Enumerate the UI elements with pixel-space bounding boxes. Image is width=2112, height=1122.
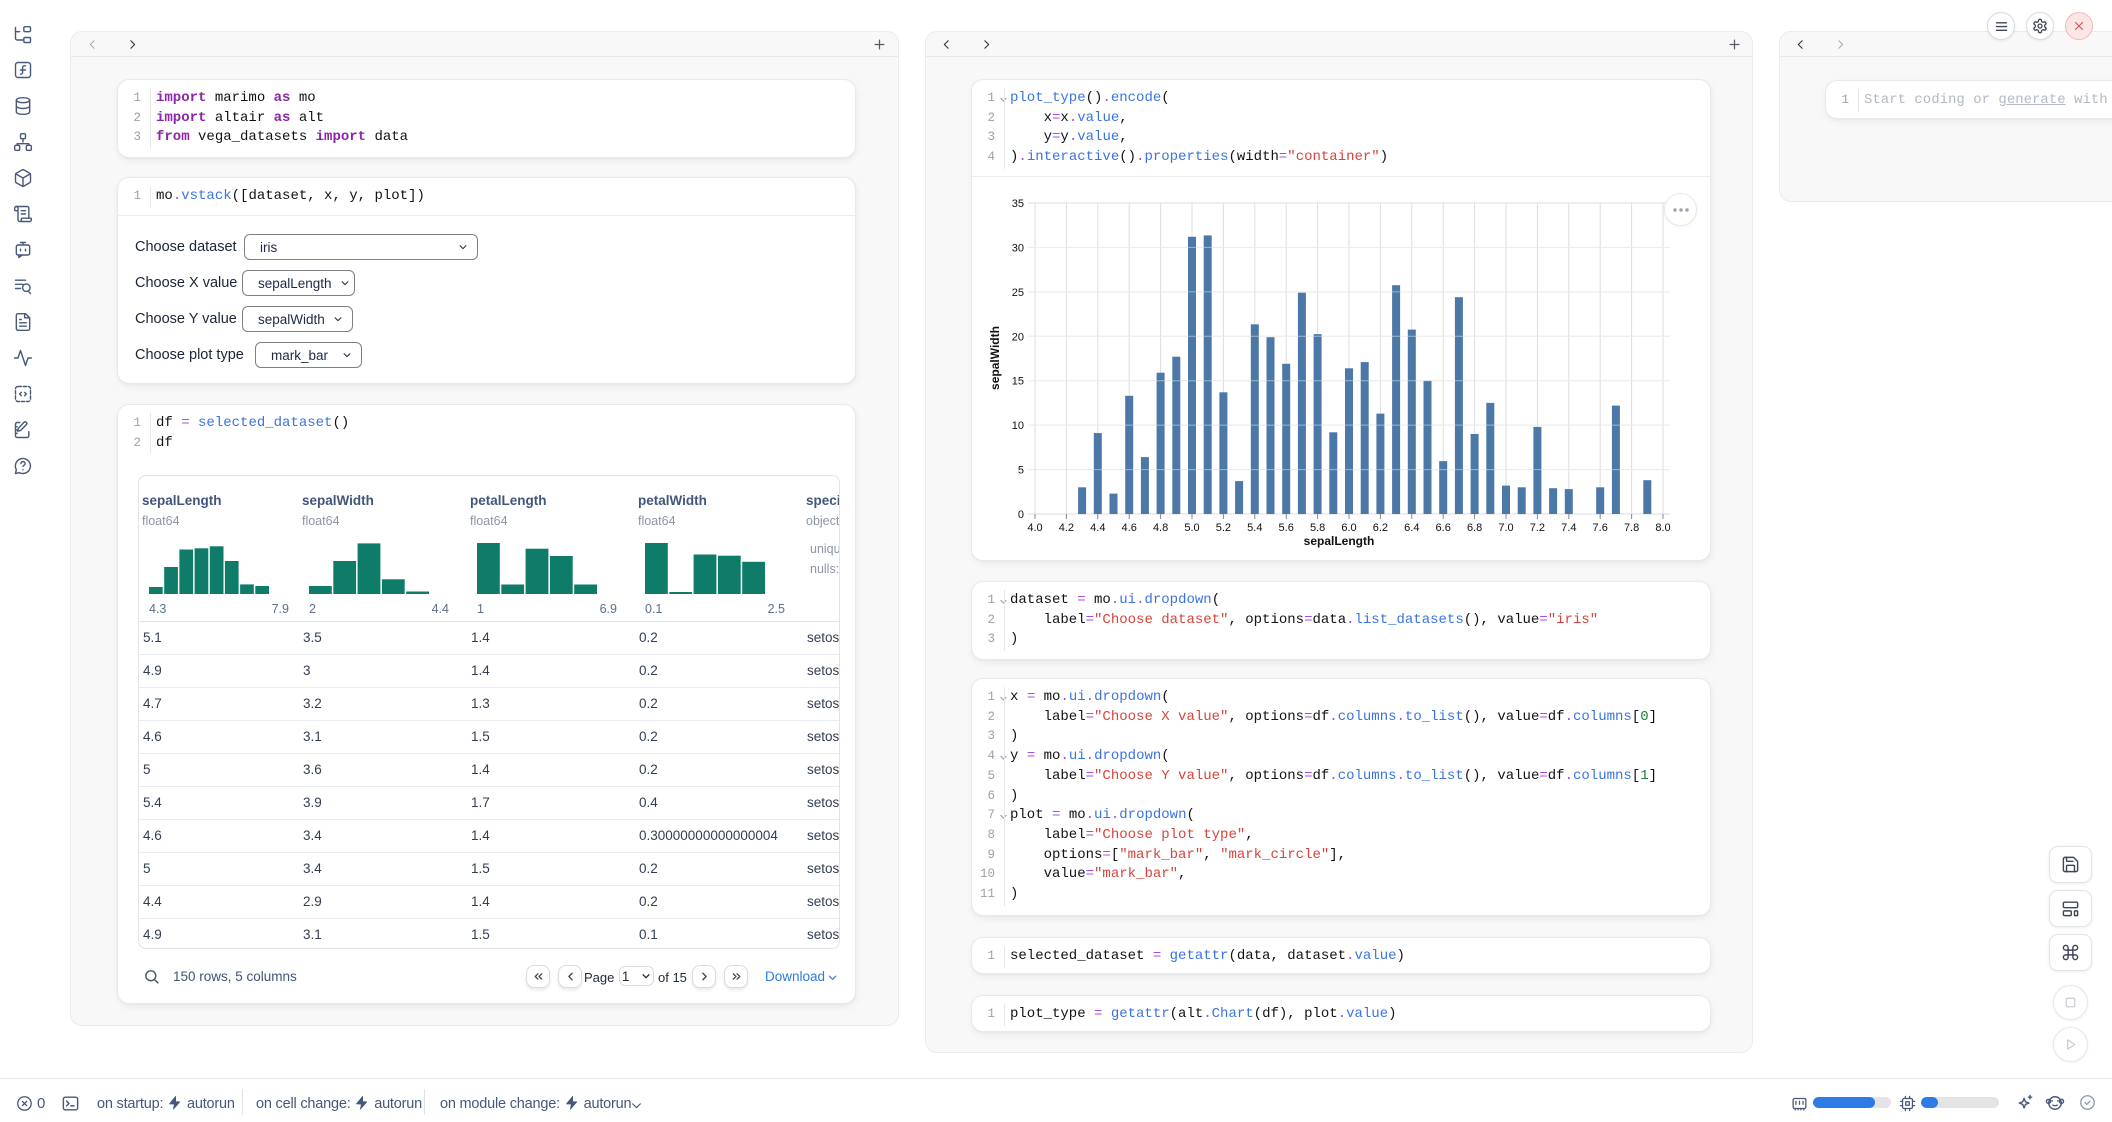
svg-text:4.8: 4.8 <box>1153 522 1168 534</box>
svg-text:25: 25 <box>1012 287 1024 299</box>
svg-text:5.6: 5.6 <box>1279 522 1294 534</box>
svg-text:0: 0 <box>1018 509 1024 521</box>
svg-text:6.8: 6.8 <box>1467 522 1482 534</box>
svg-text:6.0: 6.0 <box>1341 522 1356 534</box>
svg-text:4.0: 4.0 <box>1027 522 1042 534</box>
svg-text:8.0: 8.0 <box>1655 522 1670 534</box>
svg-text:5: 5 <box>1018 465 1024 477</box>
svg-text:7.6: 7.6 <box>1593 522 1608 534</box>
svg-text:5.2: 5.2 <box>1216 522 1231 534</box>
svg-text:30: 30 <box>1012 242 1024 254</box>
svg-text:7.4: 7.4 <box>1561 522 1576 534</box>
svg-text:7.0: 7.0 <box>1498 522 1513 534</box>
svg-text:20: 20 <box>1012 331 1024 343</box>
svg-text:sepalLength: sepalLength <box>1304 534 1375 548</box>
svg-text:5.4: 5.4 <box>1247 522 1262 534</box>
svg-text:10: 10 <box>1012 420 1024 432</box>
svg-text:5.8: 5.8 <box>1310 522 1325 534</box>
svg-text:4.6: 4.6 <box>1122 522 1137 534</box>
svg-text:6.4: 6.4 <box>1404 522 1419 534</box>
svg-text:7.8: 7.8 <box>1624 522 1639 534</box>
svg-text:4.2: 4.2 <box>1059 522 1074 534</box>
svg-text:15: 15 <box>1012 376 1024 388</box>
svg-text:35: 35 <box>1012 198 1024 210</box>
svg-text:4.4: 4.4 <box>1090 522 1105 534</box>
svg-text:6.6: 6.6 <box>1436 522 1451 534</box>
svg-text:sepalWidth: sepalWidth <box>988 326 1002 390</box>
svg-text:7.2: 7.2 <box>1530 522 1545 534</box>
svg-text:6.2: 6.2 <box>1373 522 1388 534</box>
svg-text:5.0: 5.0 <box>1184 522 1199 534</box>
